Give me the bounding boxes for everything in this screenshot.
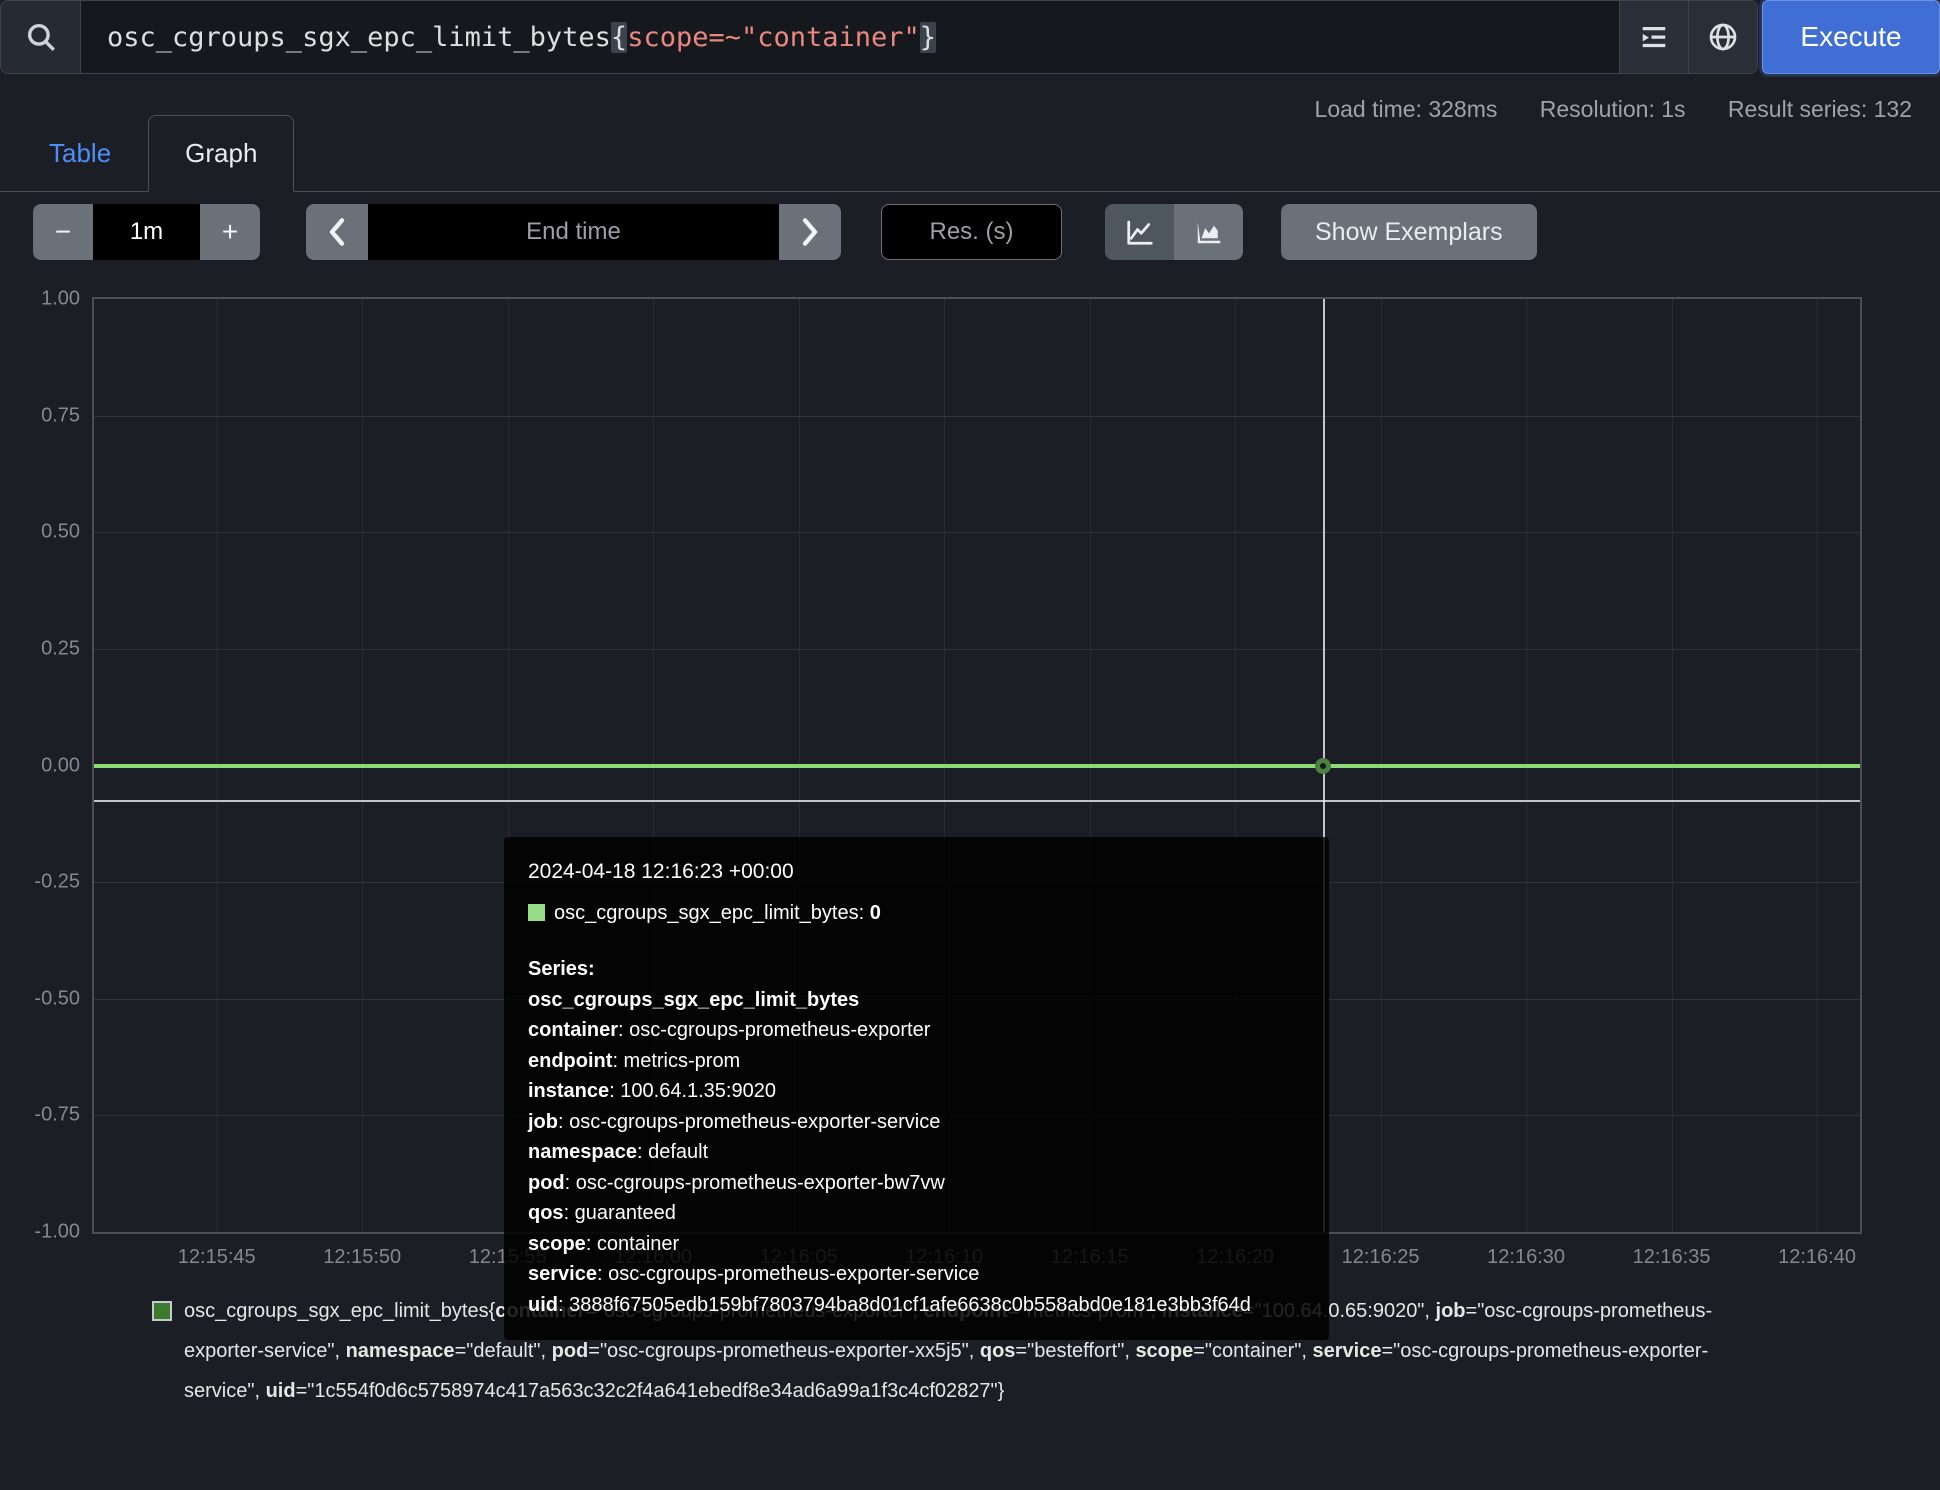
x-tick-label: 12:16:35 (1633, 1246, 1711, 1269)
tab-graph[interactable]: Graph (148, 115, 294, 192)
crosshair-horizontal (94, 800, 1860, 802)
local-time-button[interactable] (1688, 1, 1757, 73)
x-tick-label: 12:15:45 (178, 1246, 256, 1269)
metrics-explorer-button[interactable] (1, 1, 81, 73)
execute-button[interactable]: Execute (1762, 0, 1940, 74)
series-color-swatch (528, 904, 545, 921)
y-tick-label: 0.50 (41, 521, 80, 544)
tooltip-label-scope: scope: container (528, 1229, 1305, 1260)
tab-table[interactable]: Table (12, 115, 148, 192)
time-forward-button[interactable] (779, 204, 841, 260)
stacked-chart-icon (1194, 217, 1224, 247)
tooltip-series-heading: Series: (528, 954, 1305, 985)
hover-point (1315, 758, 1331, 774)
y-tick-label: -0.50 (34, 987, 80, 1010)
search-icon (24, 20, 58, 54)
tooltip-label-endpoint: endpoint: metrics-prom (528, 1046, 1305, 1077)
tooltip-timestamp: 2024-04-18 12:16:23 +00:00 (528, 857, 1305, 888)
query-expression-input[interactable]: osc_cgroups_sgx_epc_limit_bytes{scope=~"… (81, 1, 1619, 73)
query-token-bracket: } (920, 22, 936, 53)
y-tick-label: 0.25 (41, 637, 80, 660)
tooltip-label-uid: uid: 3888f67505edb159bf7803794ba8d01cf1a… (528, 1290, 1305, 1321)
tooltip-metric-name: osc_cgroups_sgx_epc_limit_bytes: (554, 898, 864, 929)
x-tick-label: 12:15:50 (323, 1246, 401, 1269)
line-chart-icon (1125, 217, 1155, 247)
series-line (94, 764, 1860, 768)
tooltip-label-list: container: osc-cgroups-prometheus-export… (528, 1015, 1305, 1320)
format-expression-icon (1639, 22, 1669, 52)
chart-type-toggle (1105, 204, 1243, 260)
tooltip-label-namespace: namespace: default (528, 1137, 1305, 1168)
increase-range-button[interactable]: + (200, 204, 260, 260)
tooltip-value: 0 (870, 898, 881, 929)
y-tick-label: -0.25 (34, 871, 80, 894)
tooltip-label-instance: instance: 100.64.1.35:9020 (528, 1076, 1305, 1107)
y-tick-label: -1.00 (34, 1221, 80, 1244)
tooltip-label-job: job: osc-cgroups-prometheus-exporter-ser… (528, 1107, 1305, 1138)
tooltip-label-container: container: osc-cgroups-prometheus-export… (528, 1015, 1305, 1046)
globe-icon (1707, 21, 1739, 53)
tooltip-label-service: service: osc-cgroups-prometheus-exporter… (528, 1259, 1305, 1290)
panel-tabs: Table Graph (0, 104, 1940, 192)
end-time-group (306, 204, 841, 260)
tooltip-label-pod: pod: osc-cgroups-prometheus-exporter-bw7… (528, 1168, 1305, 1199)
range-input-group: − 1m + (33, 204, 260, 260)
chevron-left-icon (326, 217, 348, 247)
format-expression-button[interactable] (1619, 1, 1688, 73)
query-token-string: "container" (741, 22, 920, 53)
decrease-range-button[interactable]: − (33, 204, 93, 260)
query-token-op: =~ (708, 22, 741, 53)
hover-tooltip: 2024-04-18 12:16:23 +00:00 osc_cgroups_s… (504, 837, 1329, 1340)
x-tick-label: 12:16:40 (1778, 1246, 1856, 1269)
query-token-metric: osc_cgroups_sgx_epc_limit_bytes (107, 22, 611, 53)
tabs-band: Load time: 328ms Resolution: 1s Result s… (0, 74, 1940, 192)
range-input[interactable]: 1m (93, 204, 200, 260)
resolution-input[interactable] (881, 204, 1062, 260)
graph-controls: − 1m + (33, 204, 1940, 260)
tooltip-label-qos: qos: guaranteed (528, 1198, 1305, 1229)
y-gridline (94, 416, 1860, 417)
end-time-input[interactable] (368, 204, 779, 260)
tooltip-value-row: osc_cgroups_sgx_epc_limit_bytes: 0 (528, 898, 1305, 929)
query-expression: osc_cgroups_sgx_epc_limit_bytes{scope=~"… (107, 22, 936, 53)
show-exemplars-button[interactable]: Show Exemplars (1281, 204, 1537, 260)
stacked-chart-toggle[interactable] (1174, 204, 1243, 260)
chevron-right-icon (799, 217, 821, 247)
legend-color-swatch[interactable] (152, 1301, 172, 1321)
query-shell: osc_cgroups_sgx_epc_limit_bytes{scope=~"… (0, 0, 1758, 74)
x-tick-label: 12:16:25 (1342, 1246, 1420, 1269)
y-tick-label: 0.75 (41, 404, 80, 427)
y-tick-label: 1.00 (41, 288, 80, 311)
tooltip-series-name: osc_cgroups_sgx_epc_limit_bytes (528, 985, 1305, 1016)
y-gridline (94, 532, 1860, 533)
x-tick-label: 12:16:30 (1487, 1246, 1565, 1269)
query-token-bracket: { (611, 22, 627, 53)
y-gridline (94, 649, 1860, 650)
y-tick-label: -0.75 (34, 1104, 80, 1127)
query-token-label: scope (627, 22, 708, 53)
line-chart-toggle[interactable] (1105, 204, 1174, 260)
query-bar: osc_cgroups_sgx_epc_limit_bytes{scope=~"… (0, 0, 1940, 74)
graph-section: 1.000.750.500.250.00-0.25-0.50-0.75-1.00… (92, 297, 1864, 1234)
y-tick-label: 0.00 (41, 754, 80, 777)
time-back-button[interactable] (306, 204, 368, 260)
